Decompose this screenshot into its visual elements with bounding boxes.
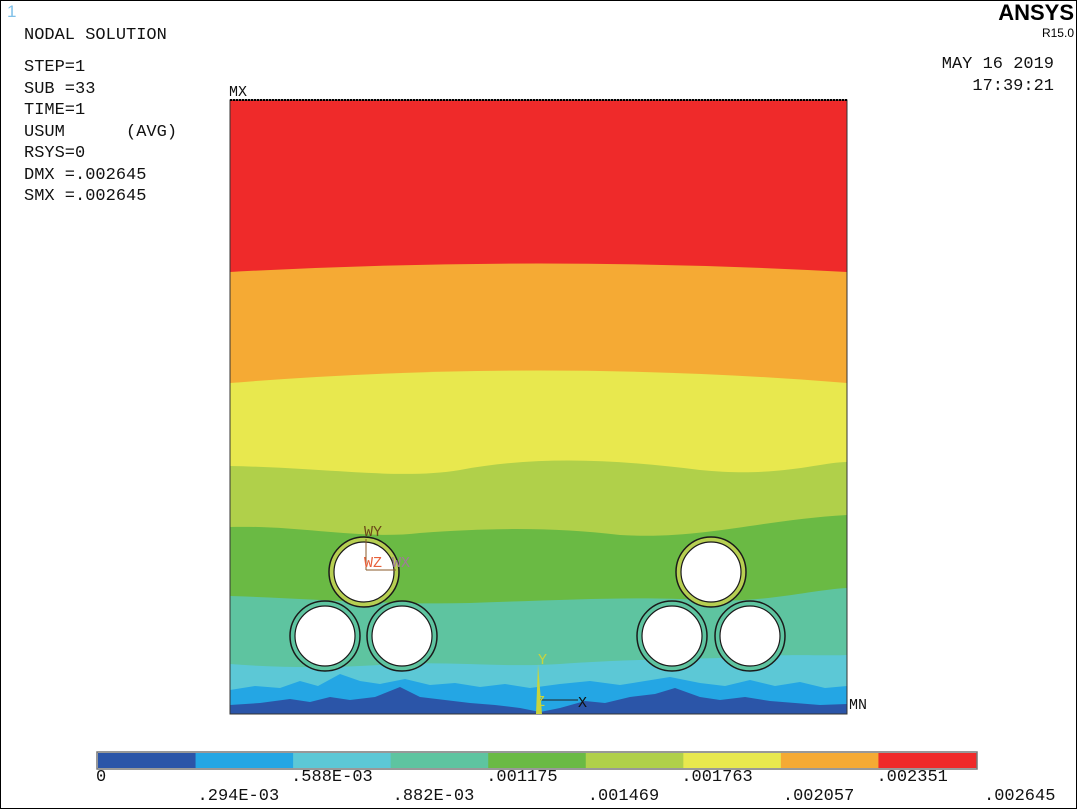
legend-swatch [98, 753, 197, 768]
legend-label: .882E-03 [392, 787, 475, 806]
cable-core [371, 605, 433, 667]
cable-core [641, 605, 703, 667]
legend-label: .002057 [782, 787, 855, 806]
legend-label: 0 [96, 768, 107, 787]
cable-core [333, 541, 395, 603]
contour-plot[interactable]: WY WZ WX Y Z X MX MN [0, 0, 1080, 812]
y-axis-label: Y [538, 652, 547, 669]
legend-label: .002645 [984, 787, 1056, 806]
cable-core [680, 541, 742, 603]
legend-swatch [390, 753, 489, 768]
legend-label: .294E-03 [197, 787, 280, 806]
legend-swatch [683, 753, 782, 768]
x-axis-label: X [578, 695, 587, 712]
legend-swatch [878, 753, 977, 768]
legend-swatch [293, 753, 392, 768]
legend-color-bar [98, 753, 977, 768]
wx-label: WX [392, 555, 410, 572]
legend-label: .001469 [587, 787, 660, 806]
legend-swatch [195, 753, 294, 768]
cable-core [719, 605, 781, 667]
legend-swatch [585, 753, 684, 768]
legend-swatch [488, 753, 587, 768]
legend-label: .002351 [876, 768, 948, 787]
legend-label: .001763 [681, 768, 753, 787]
wz-label: WZ [364, 555, 382, 572]
min-marker: MN [849, 697, 867, 714]
z-axis-label: Z [536, 694, 545, 711]
wy-label: WY [364, 524, 382, 541]
legend-label: .001175 [486, 768, 558, 787]
legend-swatch [780, 753, 879, 768]
cable-core [294, 605, 356, 667]
legend-label: .588E-03 [291, 768, 373, 787]
max-marker: MX [229, 84, 247, 101]
